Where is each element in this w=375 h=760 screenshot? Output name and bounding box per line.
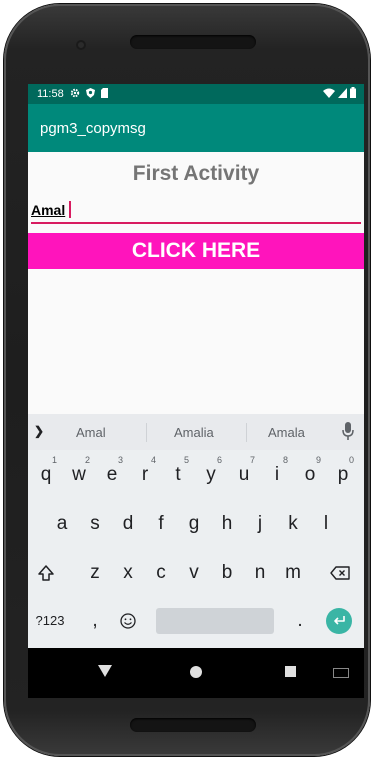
key-i[interactable]: i8 [263,454,291,496]
shift-icon [38,565,54,581]
key-j[interactable]: j [246,503,274,545]
key-label: q [40,464,52,485]
bottom-speaker [130,718,256,732]
message-input-value: Amal [31,202,66,218]
keyboard-switch-icon[interactable] [333,668,349,678]
app-title: pgm3_copymsg [40,120,146,137]
suggestion-divider [146,423,147,442]
key-label: e [106,464,118,485]
suggestion-amal[interactable]: Amal [76,425,106,440]
key-c[interactable]: c [147,552,175,594]
front-camera [76,40,86,50]
key-h[interactable]: h [213,503,241,545]
emoji-icon [120,613,136,629]
key-number: 5 [183,455,189,465]
signal-icon [338,87,347,101]
status-time: 11:58 [37,88,64,100]
key-number: 7 [249,455,255,465]
status-right-icons [323,87,356,101]
key-b[interactable]: b [213,552,241,594]
key-label: o [304,464,316,485]
recents-icon[interactable] [285,666,296,677]
navigation-bar [28,648,364,698]
key-f[interactable]: f [147,503,175,545]
key-g[interactable]: g [180,503,208,545]
key-label: w [72,464,86,485]
key-w[interactable]: w2 [65,454,93,496]
home-icon[interactable] [190,666,202,678]
key-label: u [238,464,250,485]
key-d[interactable]: d [114,503,142,545]
key-number: 3 [117,455,123,465]
key-l[interactable]: l [312,503,340,545]
key-x[interactable]: x [114,552,142,594]
key-label: r [141,464,149,485]
key-number: 1 [51,455,57,465]
device-screen: 11:58 p gm3_copymsg First Activity Amal C… [28,84,364,698]
page-title: First Activity [132,162,260,185]
key-label: y [206,464,216,485]
key-number: 8 [282,455,288,465]
key-o[interactable]: o9 [296,454,324,496]
key-z[interactable]: z [81,552,109,594]
comma-key[interactable]: , [81,600,109,642]
key-r[interactable]: r4 [131,454,159,496]
key-k[interactable]: k [279,503,307,545]
microphone-icon[interactable] [342,422,354,440]
key-number: 9 [315,455,321,465]
key-a[interactable]: a [48,503,76,545]
key-u[interactable]: u7 [230,454,258,496]
sd-card-icon [100,87,108,101]
space-bar[interactable] [156,608,274,634]
key-s[interactable]: s [81,503,109,545]
settings-icon [70,88,80,101]
key-m[interactable]: m [279,552,307,594]
click-here-button[interactable]: CLICK HERE [28,233,364,269]
key-y[interactable]: y6 [197,454,225,496]
back-icon[interactable] [98,665,112,677]
text-cursor [69,201,71,218]
suggestion-strip: ❯ Amal Amalia Amala [28,414,364,450]
key-label: p [337,464,349,485]
key-e[interactable]: e3 [98,454,126,496]
shield-icon [85,87,95,101]
suggestion-divider [246,423,247,442]
phone-frame: 11:58 p gm3_copymsg First Activity Amal C… [4,4,370,756]
suggestion-amala[interactable]: Amala [268,425,305,440]
key-number: 6 [216,455,222,465]
key-v[interactable]: v [180,552,208,594]
key-number: 0 [348,455,354,465]
suggestion-amalia[interactable]: Amalia [174,425,214,440]
key-n[interactable]: n [246,552,274,594]
key-number: 2 [84,455,90,465]
key-number: 4 [150,455,156,465]
app-bar: pgm3_copymsg [28,104,364,152]
key-label: t [175,464,181,485]
enter-key[interactable] [326,608,352,634]
chevron-right-icon[interactable]: ❯ [34,424,44,438]
key-label: i [274,464,280,485]
symbols-key[interactable]: ?123 [32,600,68,642]
message-input[interactable]: Amal [31,198,361,224]
activity-content: First Activity Amal CLICK HERE [28,152,364,414]
emoji-key[interactable] [114,600,142,642]
status-bar: 11:58 [28,84,364,104]
battery-icon [350,87,356,101]
soft-keyboard: ❯ Amal Amalia Amala q1 w2 e3 r4 t5 y6 u7… [28,414,364,648]
backspace-icon [330,566,350,580]
enter-icon [334,616,345,625]
backspace-key[interactable] [326,552,354,594]
earpiece-speaker [130,35,256,49]
key-t[interactable]: t5 [164,454,192,496]
key-p[interactable]: p0 [329,454,357,496]
wifi-icon [323,88,335,101]
key-q[interactable]: q1 [32,454,60,496]
period-key[interactable]: . [286,600,314,642]
shift-key[interactable] [32,552,60,594]
